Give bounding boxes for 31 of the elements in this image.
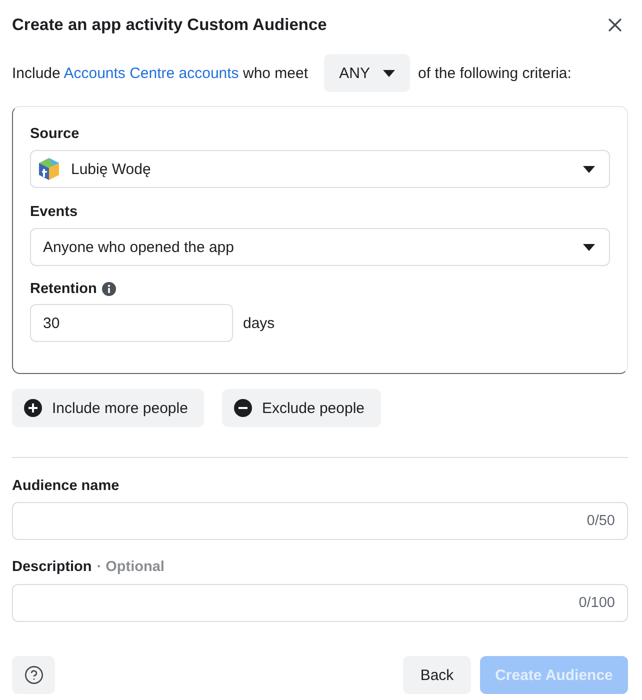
character-count: 0/100 — [578, 595, 615, 611]
accounts-centre-link[interactable]: Accounts Centre accounts — [64, 64, 239, 82]
retention-input[interactable]: 30 — [30, 304, 233, 342]
field-label: Events — [30, 204, 78, 220]
exclude-button[interactable]: Exclude people — [222, 389, 381, 427]
character-count: 0/50 — [586, 513, 615, 529]
caret-icon — [583, 166, 595, 172]
optional-note: · Optional — [96, 559, 164, 575]
field-label: Retention — [30, 281, 97, 297]
include-button[interactable]: Include more people — [12, 389, 204, 427]
cube-icon — [39, 158, 59, 180]
back-button[interactable]: Back — [403, 656, 471, 694]
source-select[interactable]: Lubię Wodę — [30, 150, 610, 188]
dialog-title: Create an app activity Custom Audience — [12, 16, 327, 34]
field-label: Audience name — [12, 478, 120, 494]
minus-circle-icon — [234, 399, 252, 417]
caret-icon — [382, 70, 395, 76]
info-icon[interactable] — [102, 282, 116, 296]
caret-icon — [583, 244, 595, 250]
events-select[interactable]: Anyone who opened the app — [30, 228, 610, 266]
plus-circle-icon — [24, 399, 42, 417]
field-label: Source — [30, 126, 80, 142]
unit-label: days — [243, 314, 275, 332]
help-icon — [24, 665, 44, 685]
help-button[interactable] — [12, 656, 55, 694]
match-dropdown[interactable]: ANY — [324, 54, 410, 92]
criteria-sentence: Include Accounts Centre accounts who meet — [12, 64, 308, 82]
criteria-sentence-end: of the following criteria: — [418, 64, 572, 82]
field-label: Description — [12, 559, 92, 575]
text-input[interactable]: 0/50 — [12, 502, 628, 540]
text-input[interactable]: 0/100 — [12, 584, 628, 622]
